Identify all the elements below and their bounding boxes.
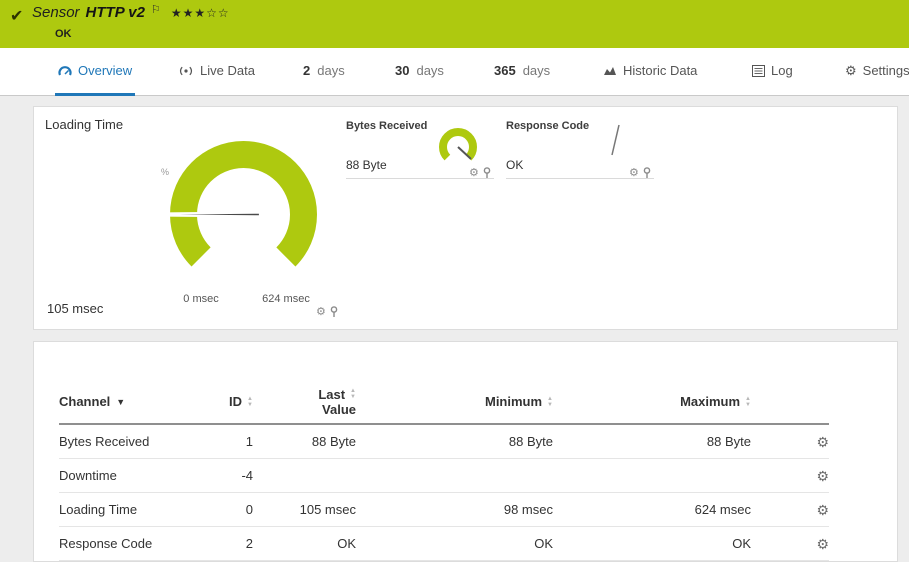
channel-name: Response Code	[59, 536, 205, 551]
channel-settings-icon[interactable]: ⚙	[816, 435, 829, 449]
channel-minimum: 88 Byte	[356, 434, 553, 449]
tab-30-days-number: 30	[395, 63, 409, 78]
sensor-status-badge: OK	[55, 28, 72, 40]
response-code-gauge-controls: ⚙	[629, 167, 651, 179]
loading-time-gauge-controls: ⚙	[316, 306, 338, 318]
channel-settings-icon[interactable]: ⚙	[816, 503, 829, 517]
channel-settings-icon[interactable]: ⚙	[816, 469, 829, 483]
tab-30-days-unit: days	[416, 63, 443, 78]
sensor-title: Sensor HTTP v2 ⚐ ★★★☆☆	[32, 4, 230, 21]
column-header-minimum[interactable]: Minimum ▲▼	[356, 394, 553, 409]
bytes-received-gauge-controls: ⚙	[469, 167, 491, 179]
response-code-gauge-title: Response Code	[506, 120, 589, 132]
table-row: Bytes Received 1 88 Byte 88 Byte 88 Byte…	[59, 425, 829, 459]
pin-icon[interactable]	[643, 167, 651, 179]
gauge-settings-icon[interactable]: ⚙	[469, 168, 479, 179]
sensor-name: HTTP v2	[86, 4, 145, 21]
tab-log[interactable]: Log	[749, 48, 796, 96]
channel-id: 1	[205, 434, 253, 449]
tab-365-days-unit: days	[523, 63, 550, 78]
tab-historic-data-label: Historic Data	[623, 63, 697, 78]
tab-historic-data[interactable]: Historic Data	[600, 48, 700, 96]
pin-icon[interactable]	[483, 167, 491, 179]
channel-name: Downtime	[59, 468, 205, 483]
column-header-maximum[interactable]: Maximum ▲▼	[553, 394, 751, 409]
response-code-gauge	[602, 121, 626, 161]
channel-name: Loading Time	[59, 502, 205, 517]
channel-minimum: OK	[356, 536, 553, 551]
channel-last-value: 105 msec	[253, 502, 356, 517]
tab-settings[interactable]: ⚙ Settings	[842, 48, 909, 96]
tab-live-data[interactable]: Live Data	[175, 48, 258, 96]
channel-maximum: 624 msec	[553, 502, 751, 517]
sensor-kind-label: Sensor	[32, 4, 80, 21]
tab-log-label: Log	[771, 63, 793, 78]
tab-overview[interactable]: Overview	[55, 48, 135, 96]
gauges-panel: Loading Time % 0 msec 624 msec 105 msec …	[33, 106, 898, 330]
tab-30-days[interactable]: 30 days	[392, 48, 447, 96]
channel-settings-icon[interactable]: ⚙	[816, 537, 829, 551]
tab-settings-label: Settings	[863, 63, 909, 78]
priority-stars[interactable]: ★★★☆☆	[171, 6, 230, 20]
log-list-icon	[752, 65, 765, 77]
tab-365-days[interactable]: 365 days	[491, 48, 553, 96]
column-header-channel[interactable]: Channel ▼	[59, 394, 205, 409]
loading-time-gauge-title: Loading Time	[45, 117, 123, 132]
table-row: Loading Time 0 105 msec 98 msec 624 msec…	[59, 493, 829, 527]
loading-time-value: 105 msec	[47, 301, 103, 316]
channel-name: Bytes Received	[59, 434, 205, 449]
channel-maximum: 88 Byte	[553, 434, 751, 449]
sort-arrows-icon: ▲▼	[745, 396, 751, 408]
bytes-received-gauge-title: Bytes Received	[346, 120, 427, 132]
prtg-sensor-page: ✔ Sensor HTTP v2 ⚐ ★★★☆☆ OK Overview Liv…	[0, 0, 909, 562]
settings-gear-icon: ⚙	[845, 64, 857, 77]
column-header-id[interactable]: ID ▲▼	[205, 394, 253, 409]
overview-gauge-icon	[58, 65, 72, 77]
table-header-row: Channel ▼ ID ▲▼ Last ▲▼ Value	[59, 380, 829, 425]
sensor-header: ✔ Sensor HTTP v2 ⚐ ★★★☆☆ OK	[0, 0, 909, 48]
loading-time-gauge	[156, 127, 331, 302]
bytes-received-gauge	[434, 123, 482, 171]
tab-2-days-number: 2	[303, 63, 310, 78]
tab-2-days[interactable]: 2 days	[300, 48, 348, 96]
historic-data-chart-icon	[603, 65, 617, 76]
table-row: Downtime -4 ⚙	[59, 459, 829, 493]
channel-id: -4	[205, 468, 253, 483]
gauge-settings-icon[interactable]: ⚙	[629, 168, 639, 179]
gauge-settings-icon[interactable]: ⚙	[316, 307, 326, 318]
gauge-scale-max: 624 msec	[251, 293, 321, 305]
tab-2-days-unit: days	[317, 63, 344, 78]
status-ok-check-icon: ✔	[10, 6, 23, 26]
tab-365-days-number: 365	[494, 63, 516, 78]
column-header-last-value[interactable]: Last ▲▼ Value	[253, 387, 356, 417]
tab-overview-label: Overview	[78, 63, 132, 78]
bytes-received-value: 88 Byte	[346, 158, 387, 172]
gauge-scale-min: 0 msec	[171, 293, 231, 305]
channel-maximum: OK	[553, 536, 751, 551]
channels-table: Channel ▼ ID ▲▼ Last ▲▼ Value	[59, 380, 829, 561]
table-row: Response Code 2 OK OK OK ⚙	[59, 527, 829, 561]
tab-live-data-label: Live Data	[200, 63, 255, 78]
channel-id: 2	[205, 536, 253, 551]
live-data-icon	[178, 65, 194, 77]
tab-bar: Overview Live Data 2 days 30 days 365 da…	[0, 48, 909, 96]
channel-minimum: 98 msec	[356, 502, 553, 517]
response-code-value: OK	[506, 158, 523, 172]
priority-flag-icon[interactable]: ⚐	[151, 3, 161, 16]
pin-icon[interactable]	[330, 306, 338, 318]
channel-id: 0	[205, 502, 253, 517]
channel-last-value: 88 Byte	[253, 434, 356, 449]
channels-panel: Channel ▼ ID ▲▼ Last ▲▼ Value	[33, 341, 898, 562]
gauge-unit-label: %	[161, 167, 169, 177]
channel-last-value: OK	[253, 536, 356, 551]
sort-caret-down-icon: ▼	[116, 397, 125, 407]
